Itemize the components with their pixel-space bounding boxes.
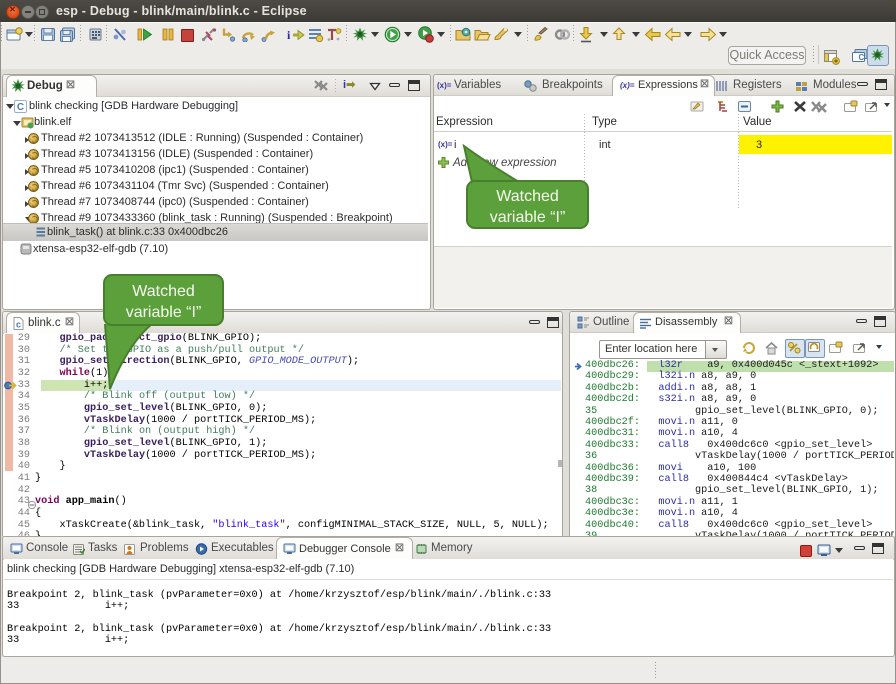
svg-text:C: C	[17, 102, 24, 113]
svg-text:c: c	[16, 320, 21, 330]
svg-text:C: C	[859, 53, 865, 62]
